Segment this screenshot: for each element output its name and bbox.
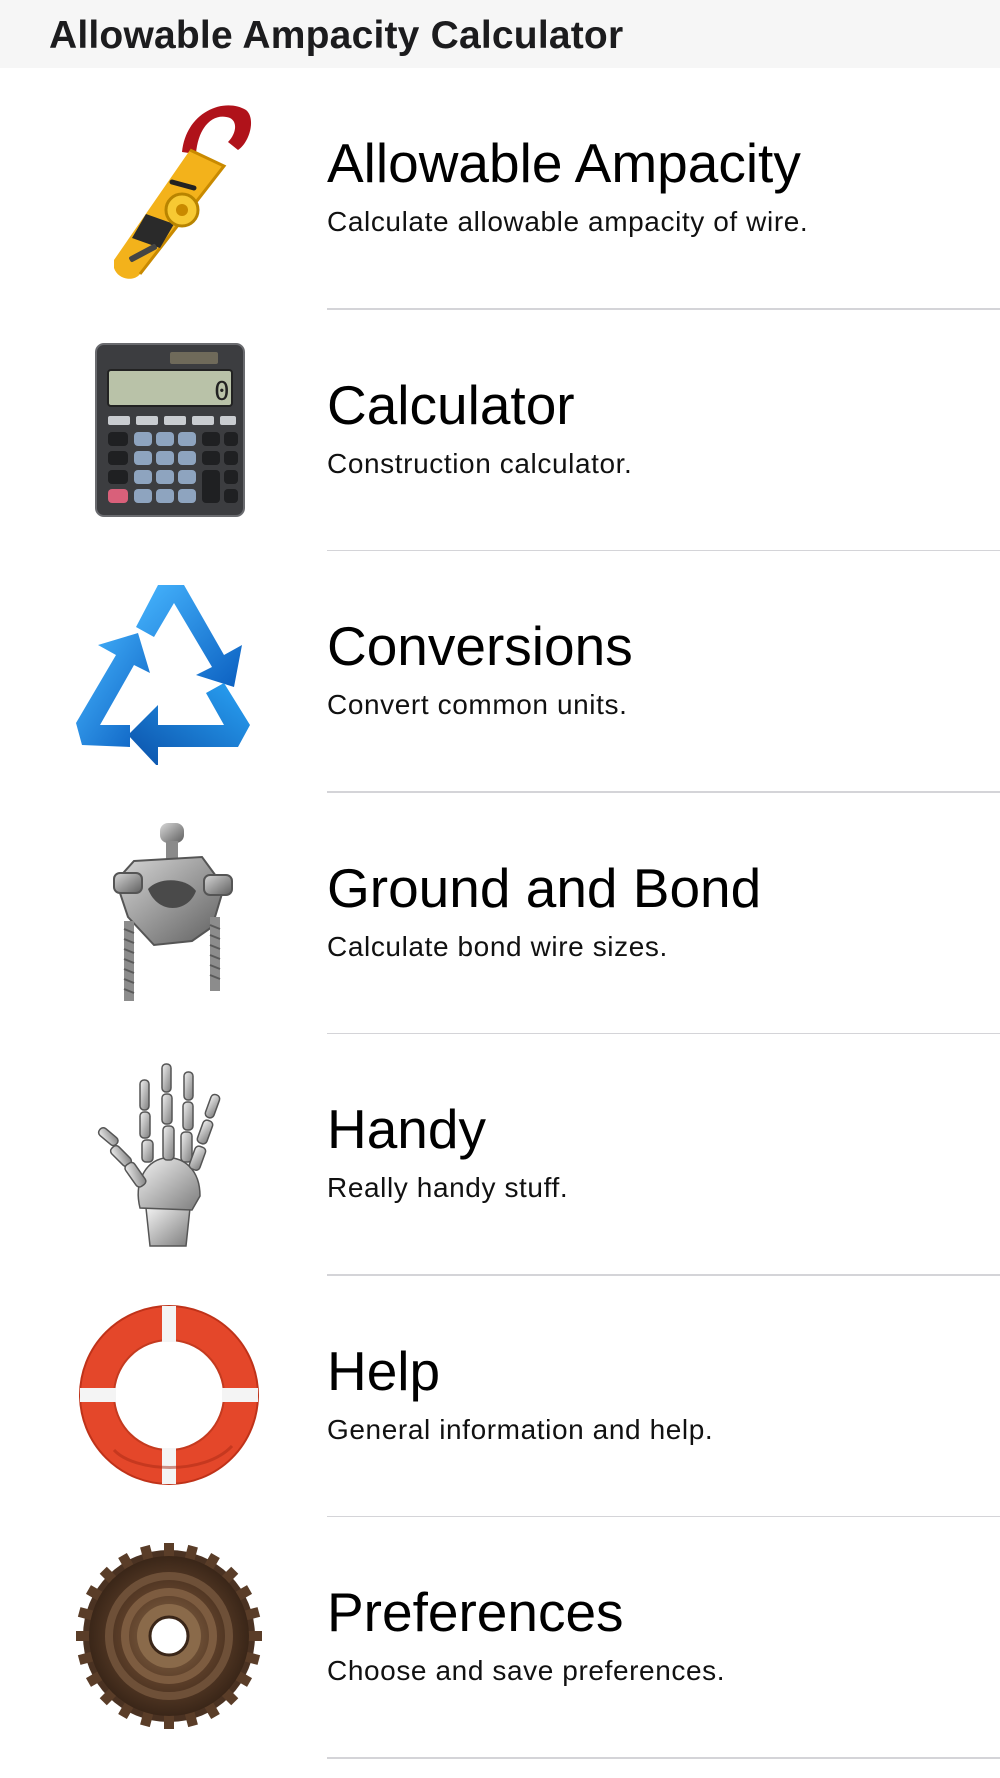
menu-item-title: Allowable Ampacity [327,132,801,194]
page-title: Allowable Ampacity Calculator [49,14,624,57]
row-separator [327,1757,1000,1759]
menu-item-text: Ground and Bond Calculate bond wire size… [327,856,980,964]
menu-item-calculator[interactable]: 0 Calculator Construction calculator. [0,310,1000,551]
menu-item-help[interactable]: Help General information and help. [0,1276,1000,1517]
menu-item-title: Conversions [327,615,633,677]
menu-item-subtitle: Really handy stuff. [327,1172,569,1203]
menu-item-subtitle: Calculate bond wire sizes. [327,930,668,962]
ground-clamp-icon [74,817,264,1007]
svg-text:0: 0 [214,377,230,407]
menu-item-subtitle: Choose and save preferences. [327,1655,726,1686]
menu-item-preferences[interactable]: Preferences Choose and save preferences. [0,1517,1000,1759]
menu-item-ground-and-bond[interactable]: Ground and Bond Calculate bond wire size… [0,793,1000,1034]
life-ring-icon [74,1300,264,1490]
menu-list: Allowable Ampacity Calculate allowable a… [0,68,1000,1759]
menu-item-allowable-ampacity[interactable]: Allowable Ampacity Calculate allowable a… [0,68,1000,310]
clamp-meter-icon [74,92,264,282]
gear-cassette-icon [74,1541,264,1731]
menu-item-handy[interactable]: Handy Really handy stuff. [0,1034,1000,1276]
calculator-icon: 0 [74,334,264,524]
menu-item-text: Allowable Ampacity Calculate allowable a… [327,131,980,239]
menu-item-text: Preferences Choose and save preferences. [327,1580,980,1688]
menu-item-conversions[interactable]: Conversions Convert common units. [0,551,1000,793]
menu-item-subtitle: Construction calculator. [327,447,633,479]
menu-item-text: Calculator Construction calculator. [327,373,980,481]
menu-item-text: Handy Really handy stuff. [327,1097,980,1205]
menu-item-subtitle: Convert common units. [327,689,628,720]
menu-item-title: Preferences [327,1581,624,1643]
menu-item-subtitle: General information and help. [327,1413,714,1445]
recycle-arrows-icon [74,575,264,765]
menu-item-title: Handy [327,1098,486,1160]
menu-item-title: Calculator [327,373,575,436]
skeleton-hand-icon [74,1058,264,1248]
navigation-header: Allowable Ampacity Calculator [0,0,1000,68]
menu-item-text: Conversions Convert common units. [327,614,980,722]
menu-item-title: Ground and Bond [327,856,762,919]
menu-item-subtitle: Calculate allowable ampacity of wire. [327,206,809,237]
menu-item-title: Help [327,1339,441,1402]
menu-item-text: Help General information and help. [327,1339,980,1447]
